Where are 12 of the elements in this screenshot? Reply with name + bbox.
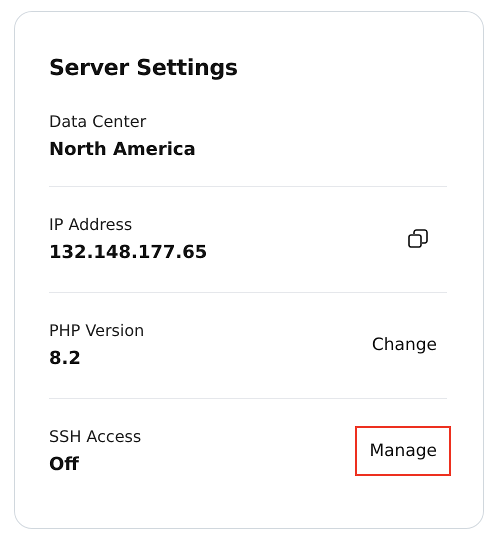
setting-value: 132.148.177.65 [49,242,208,262]
action-button[interactable]: Manage [355,426,451,476]
setting-label: PHP Version [49,320,144,340]
setting-value: 8.2 [49,348,82,368]
setting-label: IP Address [49,214,134,234]
copy-icon [407,228,429,250]
setting-value: North America [49,138,196,160]
setting-label: Data Center [49,112,148,130]
action-button[interactable]: Change [358,320,451,370]
setting-label: SSH Access [49,427,142,446]
card-title: Server Settings [49,56,239,81]
setting-value: Off [49,454,80,475]
